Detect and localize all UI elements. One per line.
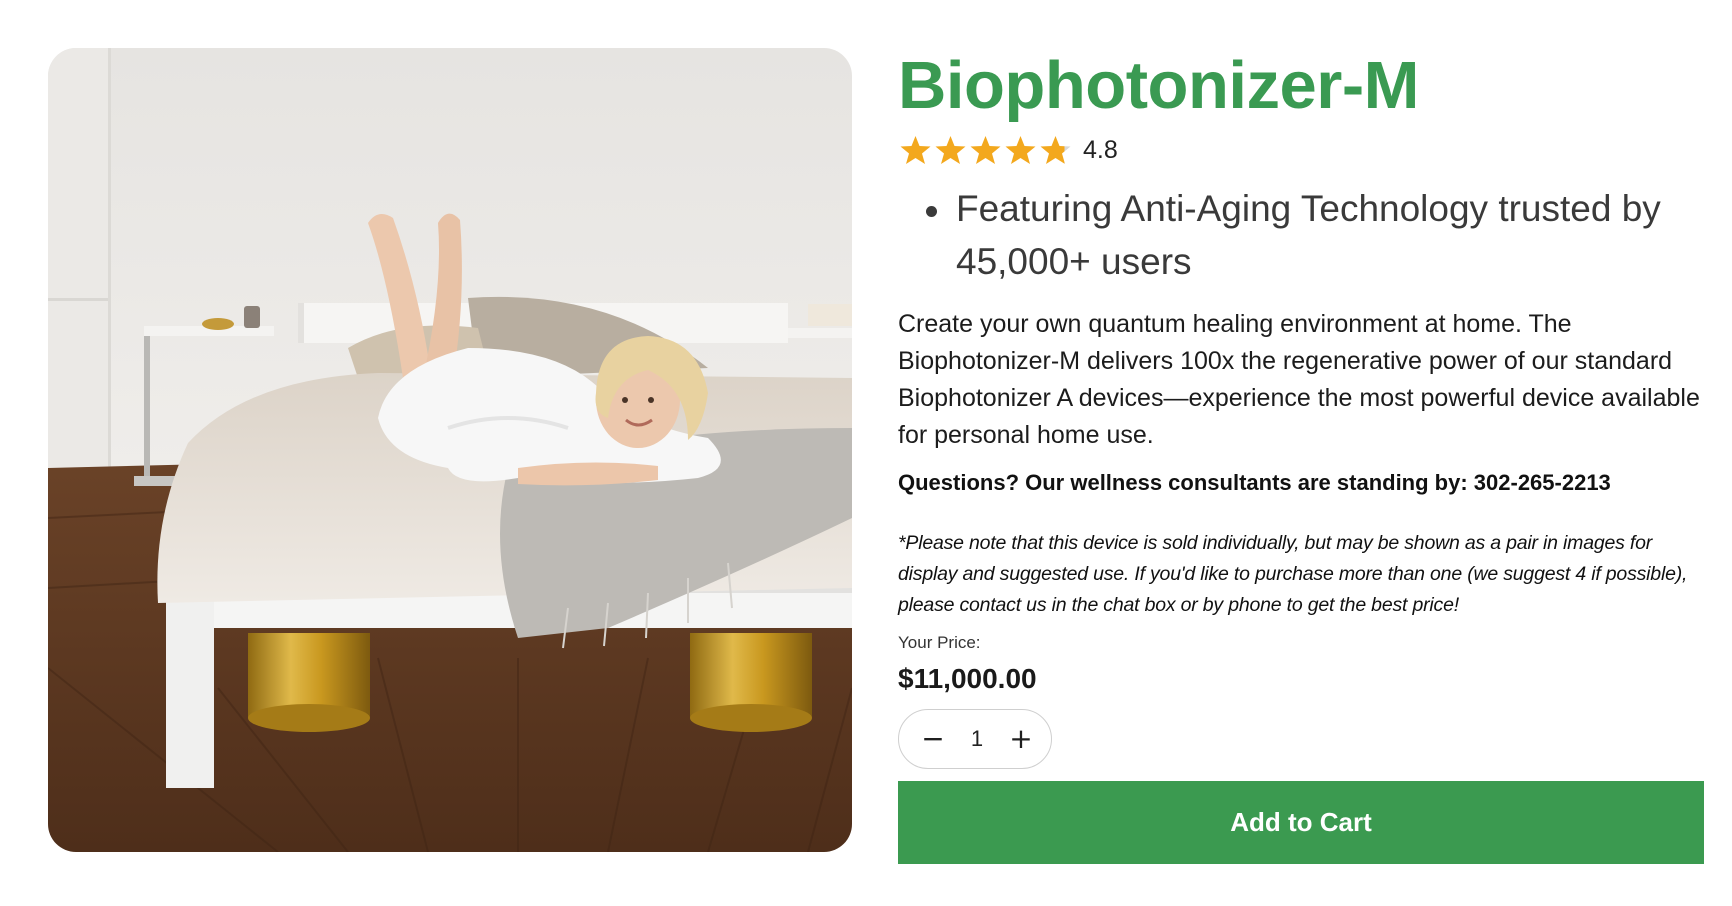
product-description: Create your own quantum healing environm… <box>898 310 1700 449</box>
quantity-stepper[interactable]: − + <box>898 709 1052 769</box>
product-image <box>48 48 852 852</box>
add-to-cart-button[interactable]: Add to Cart <box>898 781 1704 864</box>
pair-note: *Please note that this device is sold in… <box>898 532 1688 616</box>
product-title: Biophotonizer-M <box>898 48 1419 123</box>
star-icon <box>970 136 1001 164</box>
star-icon <box>935 136 966 164</box>
price-value: $11,000.00 <box>898 663 1037 694</box>
plus-icon[interactable]: + <box>1005 723 1037 755</box>
star-icon <box>1005 136 1036 164</box>
minus-icon[interactable]: − <box>917 723 949 755</box>
price-label: Your Price: <box>898 633 981 652</box>
feature-text: Featuring Anti-Aging Technology trusted … <box>956 188 1661 282</box>
rating-value: 4.8 <box>1083 135 1118 164</box>
feature-list: Featuring Anti-Aging Technology trusted … <box>898 182 1704 288</box>
bedroom-scene-illustration <box>48 48 852 852</box>
star-half-icon <box>1040 136 1071 164</box>
product-details: Biophotonizer-M 4.8 Featuring Anti-Aging… <box>898 50 1704 864</box>
quantity-input[interactable] <box>957 726 997 752</box>
bullet-icon <box>926 206 937 217</box>
contact-line: Questions? Our wellness consultants are … <box>898 470 1611 495</box>
rating-stars <box>898 134 1073 166</box>
feature-item: Featuring Anti-Aging Technology trusted … <box>926 182 1704 288</box>
star-icon <box>900 136 931 164</box>
rating[interactable]: 4.8 <box>898 132 1704 168</box>
